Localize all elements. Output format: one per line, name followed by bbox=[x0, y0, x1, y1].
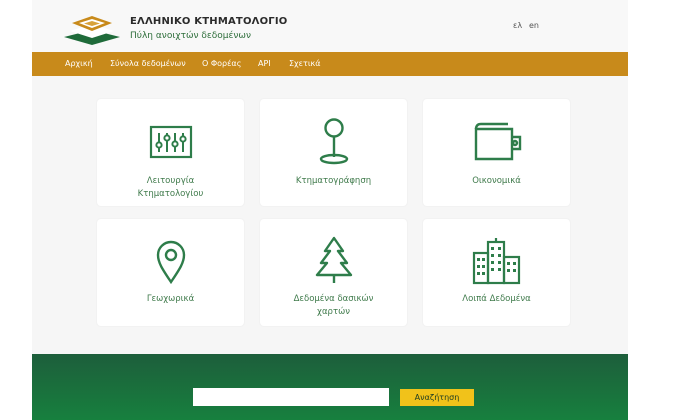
nav-item-about[interactable]: Σχετικά bbox=[289, 59, 321, 68]
category-card-forest-maps[interactable]: Δεδομένα δασικών χαρτών bbox=[260, 219, 407, 326]
card-label-line: Λοιπά Δεδομένα bbox=[462, 294, 531, 304]
category-card-label: Λειτουργία Κτηματολογίου bbox=[103, 175, 238, 201]
search-button[interactable]: Αναζήτηση bbox=[400, 389, 474, 406]
category-card-label: Λοιπά Δεδομένα bbox=[429, 293, 564, 306]
card-label-line: Λειτουργία bbox=[146, 176, 195, 186]
card-label-line: Δεδομένα δασικών bbox=[293, 294, 374, 304]
pin-icon bbox=[319, 118, 348, 165]
category-card-other-data[interactable]: Λοιπά Δεδομένα bbox=[423, 219, 570, 326]
logo-icon[interactable] bbox=[62, 10, 122, 46]
card-label-line: Οικονομικά bbox=[472, 176, 521, 186]
nav-item-organization[interactable]: Ο Φορέας bbox=[202, 59, 241, 68]
nav-item-datasets[interactable]: Σύνολα δεδομένων bbox=[110, 59, 186, 68]
category-card-geospatial[interactable]: Γεωχωρικά bbox=[97, 219, 244, 326]
language-en-link[interactable]: en bbox=[529, 21, 539, 30]
portal-page: ΕΛΛΗΝΙΚΟ ΚΤΗΜΑΤΟΛΟΓΙΟ Πύλη ανοιχτών δεδο… bbox=[32, 0, 628, 420]
wallet-icon bbox=[474, 122, 521, 161]
category-card-financial[interactable]: Οικονομικά bbox=[423, 99, 570, 206]
buildings-icon bbox=[472, 238, 520, 285]
tree-icon bbox=[315, 236, 352, 283]
card-label-line: Κτηματογράφηση bbox=[295, 176, 372, 186]
search-input[interactable] bbox=[193, 388, 389, 406]
nav-item-home[interactable]: Αρχική bbox=[65, 59, 93, 68]
category-card-label: Κτηματογράφηση bbox=[266, 175, 401, 188]
category-card-label: Γεωχωρικά bbox=[103, 293, 238, 306]
category-card-label: Δεδομένα δασικών χαρτών bbox=[266, 293, 401, 319]
card-label-line: Γεωχωρικά bbox=[146, 294, 195, 304]
site-header: ΕΛΛΗΝΙΚΟ ΚΤΗΜΑΤΟΛΟΓΙΟ Πύλη ανοιχτών δεδο… bbox=[32, 0, 628, 52]
language-el-link[interactable]: ελ bbox=[513, 21, 522, 30]
category-card-cadastre-operation[interactable]: Λειτουργία Κτηματολογίου bbox=[97, 99, 244, 206]
category-card-cadastral-survey[interactable]: Κτηματογράφηση bbox=[260, 99, 407, 206]
location-marker-icon bbox=[156, 240, 185, 285]
card-label-line: χαρτών bbox=[317, 307, 350, 317]
site-subtitle: Πύλη ανοιχτών δεδομένων bbox=[130, 31, 251, 41]
site-title[interactable]: ΕΛΛΗΝΙΚΟ ΚΤΗΜΑΤΟΛΟΓΙΟ bbox=[130, 16, 288, 27]
category-card-label: Οικονομικά bbox=[429, 175, 564, 188]
nav-item-api[interactable]: API bbox=[258, 59, 271, 68]
sliders-icon bbox=[149, 125, 192, 159]
card-label-line: Κτηματολογίου bbox=[137, 189, 204, 199]
search-section: Αναζήτηση bbox=[32, 354, 628, 420]
main-nav: Αρχική Σύνολα δεδομένων Ο Φορέας API Σχε… bbox=[32, 52, 628, 76]
